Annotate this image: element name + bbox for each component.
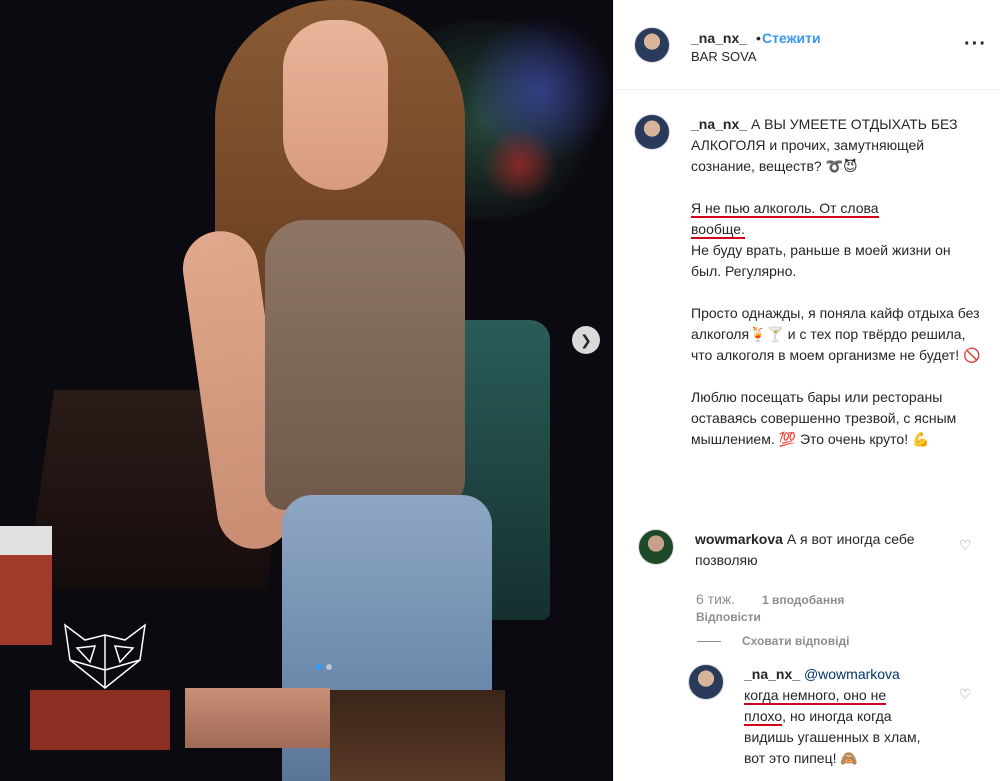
next-photo-button[interactable]: ❯: [572, 326, 600, 354]
caption-text-highlight: вообще.: [691, 221, 745, 239]
author-username[interactable]: _na_nx_: [691, 30, 747, 46]
comment-likes[interactable]: 1 вподобання: [762, 593, 844, 607]
collage-tile: [330, 690, 505, 781]
caption-text: Просто однажды, я поняла кайф отдыха без…: [691, 305, 981, 363]
collage-strip: [0, 526, 52, 556]
location-link[interactable]: BAR SOVA: [691, 49, 757, 64]
avatar[interactable]: [634, 114, 670, 150]
reply-button[interactable]: Відповісти: [696, 610, 761, 624]
comment-time: 6 тиж.: [696, 591, 736, 607]
post-header: _na_nx_ • Стежити BAR SOVA ···: [614, 0, 1000, 90]
comment: wowmarkova А я вот иногда себе позволяю: [695, 529, 955, 571]
carousel-dot: [326, 664, 332, 670]
carousel-indicator: [316, 664, 332, 670]
owl-logo-icon: [64, 623, 146, 689]
avatar[interactable]: [638, 529, 674, 565]
collage-strip: [30, 690, 170, 750]
mention-link[interactable]: @wowmarkova: [804, 666, 900, 682]
carousel-dot: [316, 664, 322, 670]
person-face: [283, 20, 388, 190]
like-heart-icon[interactable]: ♡: [959, 537, 972, 554]
collage-strip: [0, 555, 52, 645]
hide-replies-button[interactable]: Сховати відповіді: [742, 634, 849, 648]
collage-tile: [185, 688, 330, 748]
instagram-post-view: ❯ _na_nx_ • Стежити BAR SOVA ··· _na_nx_…: [0, 0, 1000, 781]
reply-comment: _na_nx_ @wowmarkova когда немного, оно н…: [744, 664, 924, 769]
follow-button[interactable]: Стежити: [762, 30, 821, 46]
caption-text: Люблю посещать бары или рестораны остава…: [691, 389, 957, 447]
reply-username[interactable]: _na_nx_: [744, 666, 800, 682]
caption-username[interactable]: _na_nx_: [691, 116, 747, 132]
person-top: [265, 220, 465, 510]
like-heart-icon[interactable]: ♡: [959, 686, 972, 703]
reply-text-highlight: плохо: [744, 708, 783, 726]
background-light: [480, 130, 560, 200]
separator-dot: •: [756, 30, 761, 46]
more-horizontal-icon[interactable]: ···: [964, 33, 987, 56]
avatar[interactable]: [688, 664, 724, 700]
caption-text-highlight: Я не пью алкоголь. От слова: [691, 200, 879, 218]
chevron-right-icon: ❯: [580, 331, 592, 348]
avatar[interactable]: [634, 27, 670, 63]
post-caption: _na_nx_ А ВЫ УМЕЕТЕ ОТДЫХАТЬ БЕЗ АЛКОГОЛ…: [691, 114, 981, 471]
post-side-panel: _na_nx_ • Стежити BAR SOVA ··· _na_nx_ А…: [613, 0, 1000, 781]
divider: [697, 641, 721, 642]
post-photo[interactable]: ❯: [0, 0, 613, 781]
comment-username[interactable]: wowmarkova: [695, 531, 783, 547]
caption-text: Не буду врать, раньше в моей жизни он бы…: [691, 242, 951, 279]
reply-text-highlight: когда немного, оно не: [744, 687, 887, 705]
